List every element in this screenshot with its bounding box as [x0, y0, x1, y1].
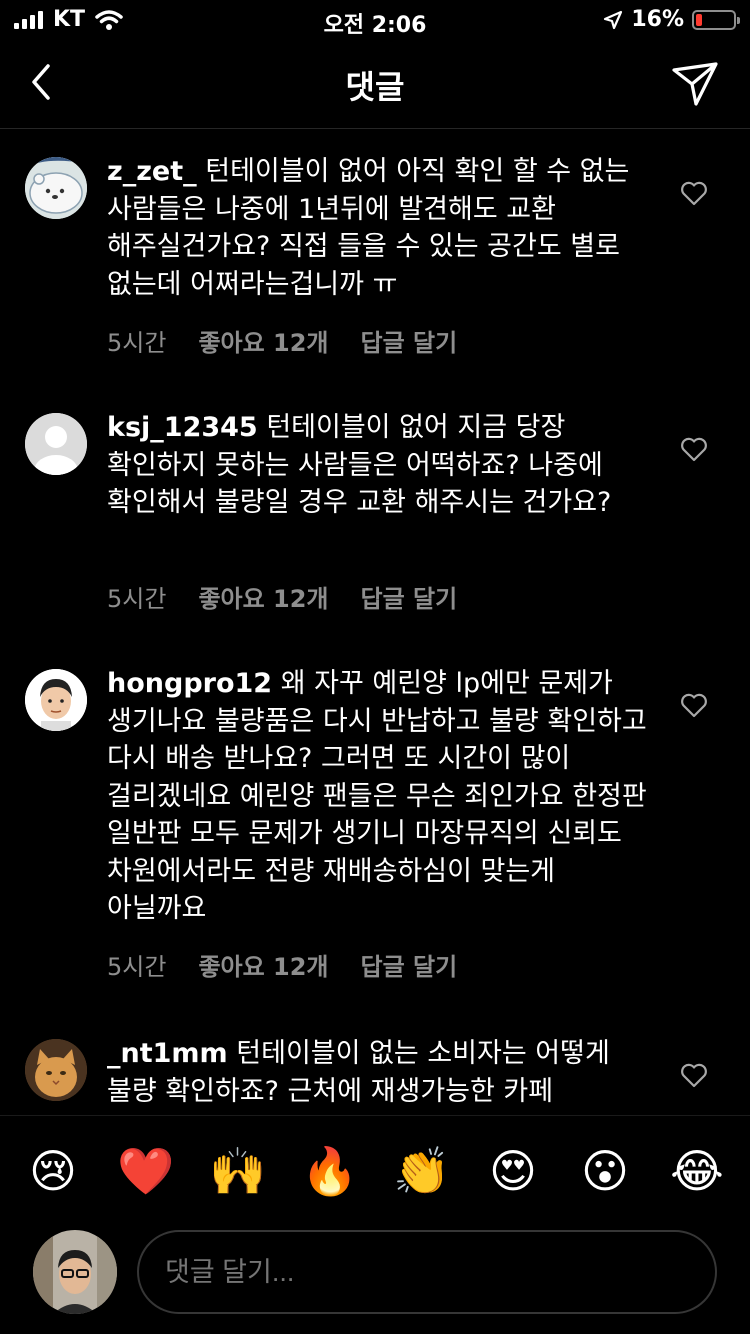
comment-username[interactable]: z_zet_ [107, 156, 197, 187]
emoji-raised-hands-button[interactable]: 🙌 [209, 1148, 266, 1194]
comment-meta: 5시간 좋아요 12개 답글 달기 [107, 323, 457, 358]
emoji-surprised-button[interactable]: 😮 [577, 1148, 633, 1194]
comment-text: _nt1mm 턴테이블이 없는 소비자는 어떻게 불량 확인하죠? 근처에 재생… [107, 1035, 647, 1110]
comment-likes[interactable]: 좋아요 12개 [198, 323, 328, 358]
reply-button[interactable]: 답글 달기 [361, 323, 458, 358]
comment-content: 왜 자꾸 예린양 lp에만 문제가 생기나요 불량품은 다시 반납하고 불량 확… [107, 668, 647, 924]
page-title: 댓글 [345, 68, 405, 106]
polar-bear-avatar-icon [25, 157, 87, 219]
avatar[interactable] [25, 157, 87, 219]
comment-list[interactable]: z_zet_ 턴테이블이 없어 아직 확인 할 수 없는 사람들은 나중에 1년… [0, 129, 750, 1114]
comment-time: 5시간 [107, 585, 167, 613]
status-bar: KT 오전 2:06 16% [0, 0, 750, 40]
avatar[interactable] [25, 669, 87, 731]
battery-percent: 16% [631, 7, 684, 32]
my-avatar[interactable] [33, 1230, 117, 1314]
emoji-heart-eyes-button[interactable]: 😍 [485, 1148, 541, 1194]
comment-meta: 5시간 좋아요 12개 답글 달기 [107, 579, 457, 614]
heart-outline-icon[interactable] [680, 1062, 708, 1088]
comment-input[interactable] [137, 1230, 717, 1314]
memoji-avatar-icon [25, 669, 87, 731]
user-photo-avatar-icon [33, 1230, 117, 1314]
avatar[interactable] [25, 1039, 87, 1101]
comment-likes[interactable]: 좋아요 12개 [198, 579, 328, 614]
emoji-clap-button[interactable]: 👏 [393, 1148, 450, 1194]
battery-level-fill [696, 13, 702, 26]
heart-outline-icon[interactable] [680, 692, 708, 718]
comment-username[interactable]: hongpro12 [107, 668, 272, 699]
comment-text: ksj_12345 턴테이블이 없어 지금 당장 확인하지 못하는 사람들은 어… [107, 409, 647, 522]
cat-avatar-icon [25, 1039, 87, 1101]
comment-time: 5시간 [107, 329, 167, 357]
comment-text: z_zet_ 턴테이블이 없어 아직 확인 할 수 없는 사람들은 나중에 1년… [107, 153, 647, 303]
default-avatar-icon [25, 413, 87, 475]
paper-plane-icon[interactable] [670, 60, 720, 108]
comment-username[interactable]: ksj_12345 [107, 412, 258, 443]
comment-username[interactable]: _nt1mm [107, 1038, 228, 1069]
reply-button[interactable]: 답글 달기 [361, 947, 458, 982]
status-right: 16% [603, 7, 740, 32]
header: 댓글 [0, 40, 750, 129]
heart-outline-icon[interactable] [680, 180, 708, 206]
comment-meta: 5시간 좋아요 12개 답글 달기 [107, 947, 457, 982]
emoji-fire-button[interactable]: 🔥 [301, 1148, 358, 1194]
reply-button[interactable]: 답글 달기 [361, 579, 458, 614]
heart-outline-icon[interactable] [680, 436, 708, 462]
comment-likes[interactable]: 좋아요 12개 [198, 947, 328, 982]
avatar[interactable] [25, 413, 87, 475]
comment-input-bar [0, 1225, 750, 1334]
emoji-heart-button[interactable]: ❤️ [117, 1148, 174, 1194]
emoji-crying-button[interactable]: 😢 [25, 1148, 81, 1194]
battery-icon [692, 9, 740, 30]
emoji-quick-bar: 😢 ❤️ 🙌 🔥 👏 😍 😮 😂 [0, 1115, 750, 1225]
emoji-laughing-button[interactable]: 😂 [669, 1148, 725, 1194]
comment-time: 5시간 [107, 953, 167, 981]
location-arrow-icon [604, 10, 623, 29]
comment-text: hongpro12 왜 자꾸 예린양 lp에만 문제가 생기나요 불량품은 다시… [107, 665, 647, 928]
